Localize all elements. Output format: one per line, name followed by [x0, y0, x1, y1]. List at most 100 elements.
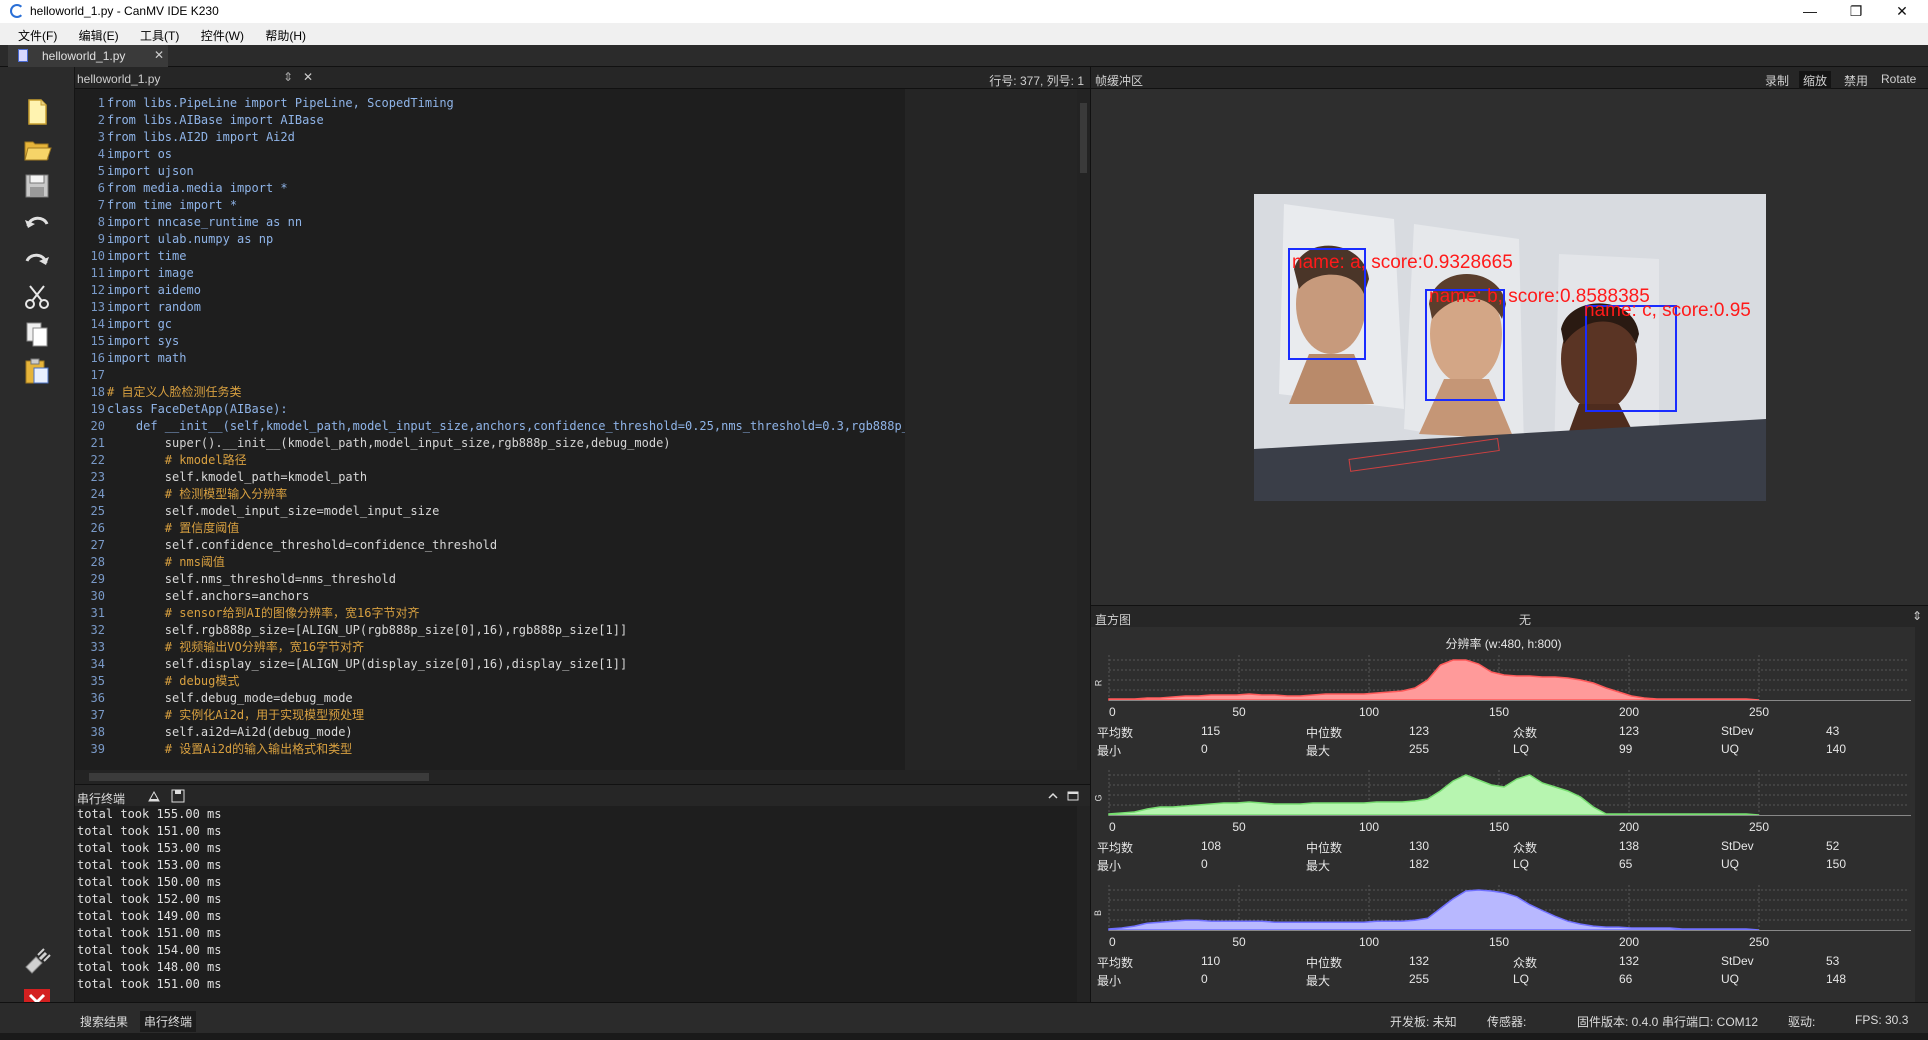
line-number: 22 [90, 453, 105, 467]
collapse-panel-icon[interactable] [1047, 790, 1059, 802]
taskbar-strip [0, 1033, 1928, 1040]
tab-serial-terminal[interactable]: 串行终端 [140, 1011, 197, 1032]
serial-line: total took 153.00 ms [77, 858, 222, 872]
menu-help[interactable]: 帮助(H) [265, 27, 306, 44]
bottom-status-bar: 搜索结果 串行终端 开发板: 未知 传感器: 固件版本: 0.4.0 串行端口:… [0, 1002, 1928, 1033]
sensor-status: 传感器: [1487, 1015, 1527, 1029]
new-file-icon[interactable] [22, 97, 52, 127]
close-window-button[interactable]: ✕ [1879, 0, 1925, 23]
histogram-tick-label: 0 [1109, 705, 1116, 719]
stat-key: 最大 [1306, 744, 1331, 758]
stat-key: 中位数 [1306, 726, 1343, 740]
histogram-vertical-scrollbar[interactable] [1915, 627, 1928, 1002]
paste-icon[interactable] [22, 356, 52, 386]
file-tab[interactable]: helloworld_1.py ✕ [8, 45, 168, 67]
float-panel-icon[interactable] [1067, 790, 1079, 802]
editor-horizontal-scrollbar[interactable] [75, 770, 1090, 784]
menu-tools[interactable]: 工具(T) [140, 27, 179, 44]
stat-key: 众数 [1513, 726, 1538, 740]
mode-select-arrow-icon[interactable]: ⇕ [1912, 609, 1922, 623]
tab-search-results[interactable]: 搜索结果 [76, 1011, 132, 1032]
open-folder-icon[interactable] [22, 134, 52, 164]
stat-key: 众数 [1513, 956, 1538, 970]
line-number: 13 [90, 300, 105, 314]
line-number: 38 [90, 725, 105, 739]
stat-key: 最小 [1097, 859, 1122, 873]
stat-key: UQ [1721, 972, 1739, 986]
line-number: 1 [97, 96, 105, 110]
serial-line: total took 151.00 ms [77, 977, 222, 991]
stat-value: 65 [1619, 857, 1633, 871]
undo-icon[interactable] [22, 208, 52, 238]
cut-icon[interactable] [22, 282, 52, 312]
app-logo-icon [10, 4, 24, 18]
line-number: 35 [90, 674, 105, 688]
camera-frame: name: a, score:0.9328665 name: b, score:… [1254, 194, 1766, 501]
document-selector[interactable]: ⇕ [283, 70, 293, 84]
driver-status: 驱动: [1788, 1015, 1816, 1029]
minimize-button[interactable]: — [1787, 0, 1833, 23]
stat-value: 138 [1619, 839, 1640, 853]
stat-key: 平均数 [1097, 956, 1134, 970]
line-number: 17 [90, 368, 105, 382]
stat-value: 132 [1619, 954, 1640, 968]
line-number: 14 [90, 317, 105, 331]
connect-icon[interactable] [22, 947, 52, 977]
serial-terminal-header: 串行终端 [75, 784, 1090, 806]
stat-key: StDev [1721, 839, 1754, 853]
serial-port-status: 串行端口: COM12 [1662, 1015, 1759, 1029]
stat-key: StDev [1721, 724, 1754, 738]
record-button[interactable]: 录制 [1761, 71, 1793, 90]
line-number-gutter: 1 2 3 4 5 6 7 8 9 10 11 12 13 14 15 16 17 18 19 20 21 22 23 24 2… [75, 95, 105, 758]
maximize-button[interactable]: ❐ [1833, 0, 1879, 23]
stat-value: 53 [1826, 954, 1840, 968]
serial-vertical-scrollbar[interactable] [1077, 806, 1090, 1002]
editor-header: helloworld_1.py ⇕ ✕ 行号: 377, 列号: 1 [75, 67, 1090, 89]
stat-value: 150 [1826, 857, 1847, 871]
scroll-thumb[interactable] [89, 773, 429, 781]
stat-value: 0 [1201, 742, 1208, 756]
save-icon[interactable] [22, 171, 52, 201]
scroll-thumb[interactable] [1080, 103, 1087, 173]
stat-value: 66 [1619, 972, 1633, 986]
copy-icon[interactable] [22, 319, 52, 349]
close-tab-button[interactable]: ✕ [154, 48, 164, 62]
stat-value: 182 [1409, 857, 1430, 871]
histogram-stats-row: 最小 0 最大 182 LQ 65 UQ 150 [1091, 855, 1928, 873]
histogram-tick-label: 250 [1749, 705, 1769, 719]
histogram-tick-label: 250 [1749, 820, 1769, 834]
stat-key: 众数 [1513, 841, 1538, 855]
histogram-tick-label: 100 [1359, 705, 1379, 719]
serial-line: total took 148.00 ms [77, 960, 222, 974]
fps-status: FPS: 30.3 [1855, 1013, 1909, 1027]
close-document-button[interactable]: ✕ [303, 70, 313, 84]
stat-value: 110 [1201, 954, 1221, 968]
line-number: 12 [90, 283, 105, 297]
rotate-button[interactable]: Rotate [1877, 71, 1920, 87]
line-number: 11 [90, 266, 105, 280]
zoom-button[interactable]: 缩放 [1799, 71, 1832, 90]
editor-filename[interactable]: helloworld_1.py [77, 72, 160, 86]
stat-value: 0 [1201, 972, 1208, 986]
editor-vertical-scrollbar[interactable] [1077, 89, 1090, 770]
serial-line: total took 151.00 ms [77, 926, 222, 940]
menu-widgets[interactable]: 控件(W) [201, 27, 244, 44]
save-log-icon[interactable] [171, 789, 185, 803]
file-tab-bar: helloworld_1.py ✕ [0, 45, 1928, 67]
stat-key: 最大 [1306, 974, 1331, 988]
histogram-tick-label: 100 [1359, 935, 1379, 949]
clear-terminal-icon[interactable] [147, 789, 161, 803]
line-number: 24 [90, 487, 105, 501]
redo-icon[interactable] [22, 245, 52, 275]
histogram-tick-label: 50 [1232, 820, 1246, 834]
serial-terminal-output[interactable]: total took 155.00 ms total took 151.00 ms… [75, 806, 1077, 1002]
line-number: 23 [90, 470, 105, 484]
stat-value: 130 [1409, 839, 1430, 853]
menu-edit[interactable]: 编辑(E) [79, 27, 119, 44]
menu-file[interactable]: 文件(F) [18, 27, 57, 44]
histogram-mode-select[interactable]: 无 [1519, 611, 1531, 628]
stat-key: 最小 [1097, 744, 1122, 758]
detection-label-a: name: a, score:0.9328665 [1292, 252, 1513, 273]
disable-button[interactable]: 禁用 [1840, 71, 1872, 90]
camera-image: name: a, score:0.9328665 name: b, score:… [1254, 194, 1766, 501]
